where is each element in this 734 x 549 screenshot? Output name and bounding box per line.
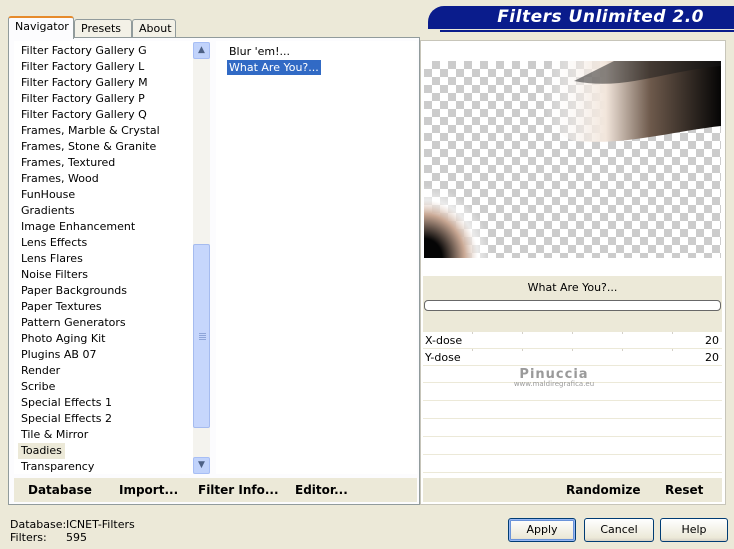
slider-ticks	[423, 332, 722, 334]
grip-icon	[199, 333, 206, 341]
editor-button[interactable]: Editor...	[295, 483, 348, 497]
database-label: Database:	[10, 518, 67, 531]
filters-count-label: Filters:	[10, 531, 47, 544]
filter-item[interactable]: Blur 'em!...	[227, 44, 292, 59]
category-item[interactable]: Transparency	[18, 459, 97, 474]
category-item[interactable]: Noise Filters	[18, 267, 91, 283]
param-value: 20	[705, 334, 719, 347]
help-button[interactable]: Help	[660, 518, 728, 542]
category-item[interactable]: Filter Factory Gallery L	[18, 59, 147, 75]
category-item[interactable]: Plugins AB 07	[18, 347, 99, 363]
preview-button-bar: Randomize Reset	[423, 478, 722, 502]
category-item[interactable]: Gradients	[18, 203, 78, 219]
category-item[interactable]: Photo Aging Kit	[18, 331, 108, 347]
progress-bar	[424, 300, 721, 311]
category-item[interactable]: Toadies	[18, 443, 65, 459]
category-scrollbar[interactable]: ▲ ▼	[193, 42, 210, 474]
chevron-up-icon: ▲	[198, 45, 205, 55]
import-button[interactable]: Import...	[119, 483, 178, 497]
filter-caption: What Are You?...	[527, 281, 618, 294]
category-item[interactable]: Lens Effects	[18, 235, 90, 251]
category-item[interactable]: Lens Flares	[18, 251, 86, 267]
chevron-down-icon: ▼	[198, 460, 205, 470]
banner-underline	[440, 30, 734, 32]
slider-ticks	[423, 349, 722, 351]
navigator-button-bar: Database Import... Filter Info... Editor…	[14, 478, 417, 502]
category-item[interactable]: Frames, Marble & Crystal	[18, 123, 163, 139]
tab-navigator[interactable]: Navigator	[8, 16, 74, 39]
scroll-up-button[interactable]: ▲	[193, 42, 210, 59]
category-item[interactable]: Pattern Generators	[18, 315, 129, 331]
preview-render	[424, 61, 721, 258]
param-value: 20	[705, 351, 719, 364]
empty-param-row	[423, 438, 722, 455]
category-item[interactable]: Special Effects 2	[18, 411, 115, 427]
category-item[interactable]: Paper Backgrounds	[18, 283, 130, 299]
category-item[interactable]: Filter Factory Gallery P	[18, 91, 148, 107]
category-item[interactable]: Frames, Textured	[18, 155, 118, 171]
category-item[interactable]: Render	[18, 363, 63, 379]
scroll-down-button[interactable]: ▼	[193, 457, 210, 474]
database-value: ICNET-Filters	[66, 518, 135, 531]
empty-param-row	[423, 456, 722, 473]
app-title: Filters Unlimited 2.0	[497, 7, 704, 27]
watermark: Pinuccia www.maldiregrafica.eu	[494, 367, 614, 388]
watermark-url: www.maldiregrafica.eu	[513, 380, 595, 388]
param-row-x-dose[interactable]: X-dose 20	[423, 332, 722, 349]
filter-list[interactable]: Blur 'em!... What Are You?...	[216, 41, 417, 474]
category-item[interactable]: Frames, Wood	[18, 171, 102, 187]
randomize-button[interactable]: Randomize	[566, 483, 640, 497]
param-label: Y-dose	[425, 351, 461, 364]
category-item[interactable]: Filter Factory Gallery M	[18, 75, 151, 91]
category-item[interactable]: FunHouse	[18, 187, 78, 203]
category-item[interactable]: Tile & Mirror	[18, 427, 91, 443]
empty-param-row	[423, 402, 722, 419]
reset-button[interactable]: Reset	[665, 483, 703, 497]
filters-count-value: 595	[66, 531, 87, 544]
param-row-y-dose[interactable]: Y-dose 20	[423, 349, 722, 366]
category-item[interactable]: Paper Textures	[18, 299, 105, 315]
category-item[interactable]: Filter Factory Gallery G	[18, 43, 150, 59]
status-area: Database:ICNET-Filters Filters: 595	[10, 518, 135, 544]
category-item[interactable]: Image Enhancement	[18, 219, 138, 235]
category-item[interactable]: Scribe	[18, 379, 58, 395]
category-item[interactable]: Special Effects 1	[18, 395, 115, 411]
category-list[interactable]: Filter Factory Gallery G Filter Factory G…	[14, 41, 210, 474]
apply-button[interactable]: Apply	[508, 518, 576, 542]
tab-presets[interactable]: Presets	[74, 19, 132, 38]
database-button[interactable]: Database	[28, 483, 92, 497]
preview-image	[424, 61, 721, 258]
category-item[interactable]: Filter Factory Gallery Q	[18, 107, 150, 123]
title-banner: Filters Unlimited 2.0	[428, 6, 734, 29]
param-label: X-dose	[425, 334, 463, 347]
cancel-button[interactable]: Cancel	[584, 518, 654, 542]
scroll-thumb[interactable]	[193, 244, 210, 428]
empty-param-row	[423, 420, 722, 437]
tab-about[interactable]: About	[132, 19, 176, 38]
filter-info-button[interactable]: Filter Info...	[198, 483, 279, 497]
category-item[interactable]: Frames, Stone & Granite	[18, 139, 159, 155]
filter-item[interactable]: What Are You?...	[227, 60, 321, 75]
